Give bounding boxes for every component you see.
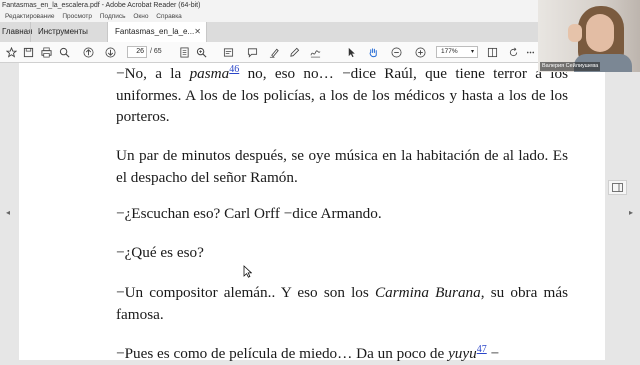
paragraph: −¿Qué es eso? [116,244,204,261]
search-icon[interactable] [58,46,71,59]
presenter-name-label: Валерия Сейлиушева [540,62,601,71]
print-icon[interactable] [40,46,53,59]
tab-document-label: Fantasmas_en_la_e... [115,27,195,36]
paragraph: −Pues es como de película de miedo… Da u… [116,343,568,365]
zoom-select[interactable]: 177% ▾ [436,46,478,58]
zoom-out-icon[interactable] [390,46,403,59]
star-icon[interactable] [5,46,18,59]
paragraph: −No, a la pasma46 no, eso no… −dice Raúl… [116,63,568,128]
text-run: −Pues es como de película de miedo… Da u… [116,345,449,362]
next-page-icon[interactable] [104,46,117,59]
save-icon[interactable] [22,46,35,59]
text-run: − [486,345,500,362]
chevron-down-icon: ▾ [470,49,474,55]
paragraph: Un par de minutos después, se oye música… [116,147,568,186]
presenter-face [586,14,614,52]
rotate-icon[interactable] [507,46,520,59]
mouse-cursor-icon [243,265,252,278]
zoom-in-icon[interactable] [414,46,427,59]
italic-text: yuyu [448,345,477,362]
page-number-input[interactable]: 26 [127,46,147,58]
menu-window[interactable]: Окно [133,13,148,20]
paragraph: −¿Escuchan eso? Carl Orff −dice Armando. [116,205,382,222]
page-layout-icon[interactable] [486,46,499,59]
menu-view[interactable]: Просмотр [62,13,92,20]
menu-help[interactable]: Справка [156,13,182,20]
collapse-left-panel-icon[interactable]: ◂ [6,208,10,217]
text-run: −No, a la [116,65,190,82]
italic-text: pasma [189,65,230,82]
webcam-overlay: Валерия Сейлиушева [538,0,640,72]
menu-sign[interactable]: Подпись [100,13,126,20]
pdf-page: −No, a la pasma46 no, eso no… −dice Raúl… [19,63,605,362]
tab-tools[interactable]: Инструменты [30,22,106,42]
italic-text: Carmina Burana [374,284,481,301]
page-count: / 65 [150,48,162,55]
footnote-link[interactable]: 46 [229,64,239,75]
text-run: −Un compositor alemán.. Y eso son los [116,284,375,301]
fit-page-icon[interactable] [178,46,191,59]
hand-tool-icon[interactable] [367,46,380,59]
panel-icon [612,183,623,192]
menu-edit[interactable]: Редактирование [5,13,55,20]
collapse-right-panel-icon[interactable]: ▸ [629,208,633,217]
footnote-link[interactable]: 47 [477,344,487,355]
sign-icon[interactable] [309,46,322,59]
expand-right-panel-button[interactable] [608,180,627,195]
highlight-icon[interactable] [268,46,281,59]
previous-page-icon[interactable] [82,46,95,59]
document-viewport[interactable]: ◂ −No, a la pasma46 no, eso no… −dice Ra… [0,63,640,362]
draw-icon[interactable] [288,46,301,59]
tab-home[interactable]: Главная [0,22,32,42]
zoom-value: 177% [441,48,458,55]
tab-document[interactable]: Fantasmas_en_la_e... ✕ [107,22,207,42]
zoom-tool-icon[interactable] [195,46,208,59]
comment-icon[interactable] [246,46,259,59]
select-cursor-icon[interactable] [345,46,358,59]
read-aloud-icon[interactable] [222,46,235,59]
more-tools-icon[interactable] [524,46,537,59]
paragraph: −Un compositor alemán.. Y eso son los Ca… [116,282,568,325]
presenter-hand [568,24,582,42]
close-tab-icon[interactable]: ✕ [194,22,201,42]
